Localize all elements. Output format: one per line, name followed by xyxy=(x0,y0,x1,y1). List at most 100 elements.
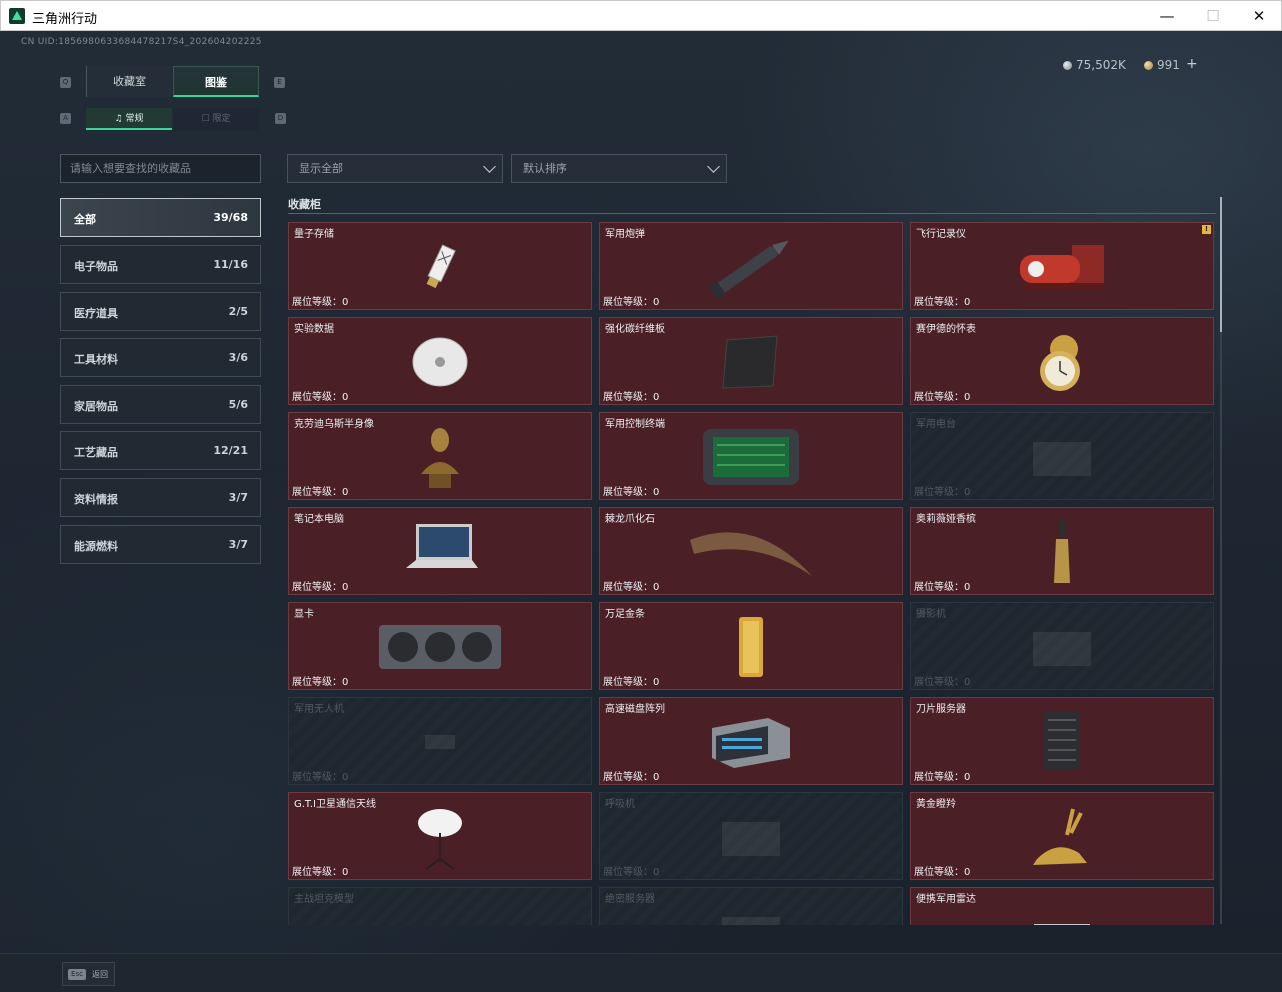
category-item[interactable]: 家居物品 5/6 xyxy=(60,385,261,424)
display-level: 展位等级：0 xyxy=(603,677,660,688)
category-label: 家居物品 xyxy=(74,400,118,413)
section-divider xyxy=(288,213,1216,214)
game-area: CN UID:1856980633684478217S4_20260420222… xyxy=(0,31,1282,992)
carbon-plate-icon xyxy=(719,334,783,394)
disk-array-icon xyxy=(708,714,794,774)
collection-card[interactable]: 奥莉薇娅香槟 展位等级：0 xyxy=(910,507,1214,595)
app-logo-icon xyxy=(9,8,25,24)
collection-card[interactable]: G.T.I卫星通信天线 展位等级：0 xyxy=(288,792,592,880)
filter-dropdown[interactable]: 显示全部 xyxy=(287,154,503,183)
laptop-icon xyxy=(400,520,480,588)
item-name: 刀片服务器 xyxy=(916,704,966,715)
collection-search-input[interactable]: 请输入想要查找的收藏品 xyxy=(60,154,261,183)
category-item[interactable]: 资料情报 3/7 xyxy=(60,478,261,517)
collection-card[interactable]: 军用电台 展位等级：0 xyxy=(910,412,1214,500)
collection-card[interactable]: 军用无人机 展位等级：0 xyxy=(288,697,592,785)
collection-card[interactable]: 呼吸机 展位等级：0 xyxy=(599,792,903,880)
gold-amount: 991 xyxy=(1157,58,1180,72)
collection-card[interactable]: 便携军用雷达展位等级：0 xyxy=(910,887,1214,925)
collection-card[interactable]: 摄影机 展位等级：0 xyxy=(910,602,1214,690)
tab-collection-room[interactable]: 收藏室 xyxy=(86,66,172,97)
collection-card[interactable]: 军用控制终端 展位等级：0 xyxy=(599,412,903,500)
category-item[interactable]: 工具材料 3/6 xyxy=(60,338,261,377)
esc-key-icon: Esc xyxy=(68,969,86,980)
item-name: 万足金条 xyxy=(605,609,645,620)
window-titlebar: 三角洲行动 — ☐ ✕ xyxy=(0,0,1282,31)
item-name: 实验数据 xyxy=(294,324,334,335)
item-name: 军用电台 xyxy=(916,419,956,430)
tank-model-icon xyxy=(405,907,475,925)
display-level: 展位等级：0 xyxy=(292,677,349,688)
sort-dropdown[interactable]: 默认排序 xyxy=(511,154,727,183)
display-level: 展位等级：0 xyxy=(603,487,660,498)
category-count: 3/7 xyxy=(228,491,248,504)
subtab-limited[interactable]: ☐ 限定 xyxy=(173,108,259,130)
item-name: 强化碳纤维板 xyxy=(605,324,665,335)
display-level: 展位等级：0 xyxy=(914,392,971,403)
display-level: 展位等级：0 xyxy=(292,392,349,403)
maximize-button[interactable]: ☐ xyxy=(1190,1,1236,31)
collection-card[interactable]: 克劳迪乌斯半身像 展位等级：0 xyxy=(288,412,592,500)
collection-card[interactable]: 黄金瞪羚展位等级：0 xyxy=(910,792,1214,880)
collection-card[interactable]: 军用炮弹 展位等级：0 xyxy=(599,222,903,310)
collection-card[interactable]: 笔记本电脑 展位等级：0 xyxy=(288,507,592,595)
display-level: 展位等级：0 xyxy=(292,487,349,498)
item-name: 主战坦克模型 xyxy=(294,894,354,905)
item-name: 笔记本电脑 xyxy=(294,514,344,525)
category-item[interactable]: 工艺藏品 12/21 xyxy=(60,431,261,470)
collection-card[interactable]: 显卡展位等级：0 xyxy=(288,602,592,690)
subtab-regular[interactable]: ♫ 常规 xyxy=(86,108,172,130)
item-name: 克劳迪乌斯半身像 xyxy=(294,419,374,430)
category-item[interactable]: 电子物品 11/16 xyxy=(60,245,261,284)
usb-drive-icon xyxy=(420,242,460,296)
collection-card[interactable]: 强化碳纤维板 展位等级：0 xyxy=(599,317,903,405)
collection-card[interactable]: 万足金条展位等级：0 xyxy=(599,602,903,690)
collection-card[interactable]: 绝密服务器展位等级：0 xyxy=(599,887,903,925)
bust-icon xyxy=(415,422,465,496)
collection-card[interactable]: 主战坦克模型展位等级：0 xyxy=(288,887,592,925)
category-count: 2/5 xyxy=(228,305,248,318)
collection-card[interactable]: 刀片服务器展位等级：0 xyxy=(910,697,1214,785)
tab-next-key: E xyxy=(274,77,285,88)
display-level: 展位等级：0 xyxy=(292,867,349,878)
display-level: 展位等级：0 xyxy=(914,772,971,783)
back-button[interactable]: Esc 返回 xyxy=(62,962,115,986)
display-level: 展位等级：0 xyxy=(914,867,971,878)
item-name: 显卡 xyxy=(294,609,314,620)
camera-icon xyxy=(1027,622,1097,676)
warning-badge-icon: ! xyxy=(1202,225,1211,234)
satellite-dish-icon xyxy=(412,803,468,875)
collection-card[interactable]: 赛伊德的怀表 展位等级：0 xyxy=(910,317,1214,405)
collection-card[interactable]: 棘龙爪化石 展位等级：0 xyxy=(599,507,903,595)
champagne-icon xyxy=(1050,517,1074,591)
collection-card[interactable]: 量子存储 展位等级：0 xyxy=(288,222,592,310)
add-currency-button[interactable]: + xyxy=(1186,56,1198,72)
scrollbar-thumb[interactable] xyxy=(1220,197,1222,332)
back-label: 返回 xyxy=(92,970,108,979)
collection-card[interactable]: 实验数据展位等级：0 xyxy=(288,317,592,405)
item-name: 赛伊德的怀表 xyxy=(916,324,976,335)
display-level: 展位等级：0 xyxy=(914,677,971,688)
display-level: 展位等级：0 xyxy=(603,582,660,593)
subtab-next-key: D xyxy=(275,113,286,124)
window-title: 三角洲行动 xyxy=(32,12,98,27)
sort-dropdown-value: 默认排序 xyxy=(523,162,567,175)
disc-icon xyxy=(410,334,470,394)
category-label: 能源燃料 xyxy=(74,540,118,553)
minimize-button[interactable]: — xyxy=(1144,1,1190,31)
tab-catalog[interactable]: 图鉴 xyxy=(173,66,259,97)
collection-card[interactable]: 飞行记录仪 展位等级：0! xyxy=(910,222,1214,310)
collection-card[interactable]: 高速磁盘阵列 展位等级：0 xyxy=(599,697,903,785)
display-level: 展位等级：0 xyxy=(603,392,660,403)
category-item[interactable]: 能源燃料 3/7 xyxy=(60,525,261,564)
category-item[interactable]: 全部 39/68 xyxy=(60,198,261,237)
close-window-button[interactable]: ✕ xyxy=(1236,1,1282,31)
category-item[interactable]: 医疗道具 2/5 xyxy=(60,292,261,331)
category-count: 12/21 xyxy=(213,444,248,457)
gold-bar-icon xyxy=(735,615,767,683)
graphics-card-icon xyxy=(375,619,505,679)
item-name: 黄金瞪羚 xyxy=(916,799,956,810)
ventilator-icon xyxy=(716,812,786,866)
display-level: 展位等级：0 xyxy=(603,867,660,878)
tab-prev-key: Q xyxy=(60,77,71,88)
